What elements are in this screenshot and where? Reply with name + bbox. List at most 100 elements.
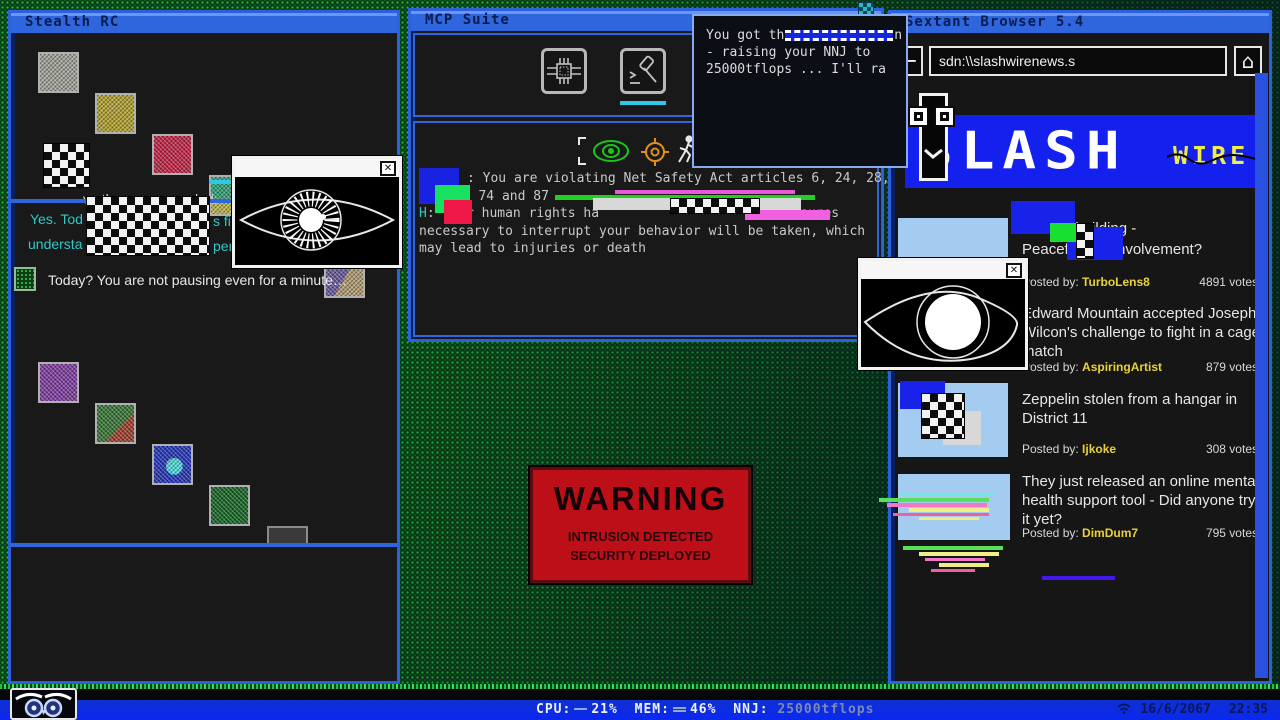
eye-popup-titlebar[interactable]: [861, 261, 1025, 279]
news-author[interactable]: DimDum7: [1082, 526, 1138, 540]
news-author[interactable]: AspiringArtist: [1082, 360, 1162, 374]
taskbar: CPU: 21% MEM: 46% NNJ: 25000tflops 16/6/20…: [0, 700, 1280, 720]
popup-line: You got thn: [706, 27, 906, 44]
cpu-gauge: [574, 708, 587, 710]
banner-scribble: [1167, 149, 1263, 169]
chat-message-fragment: s fil: [213, 213, 234, 229]
posted-label: Posted by:: [1022, 442, 1079, 456]
time-display: 22:35: [1229, 702, 1268, 717]
target-bracket: [578, 157, 586, 165]
warning-line: INTRUSION DETECTED: [533, 529, 748, 544]
surveillance-eye-image: [861, 279, 1025, 365]
chevron-down-icon[interactable]: [923, 148, 944, 160]
glitch-rainbow: [895, 546, 1013, 580]
news-meta: Posted by: Ijkoke 308 votes: [1022, 442, 1258, 456]
news-meta: Posted by: DimDum7 795 votes: [1022, 526, 1258, 540]
chat-message: Today? You are not pausing even for a mi…: [48, 272, 347, 288]
news-votes: 795 votes: [1206, 526, 1258, 540]
surveillance-eye-icon: [591, 138, 631, 164]
chip-icon: [547, 54, 581, 88]
glitch-checkerboard: [86, 196, 210, 256]
chip-tool-button[interactable]: [541, 48, 587, 94]
mascot-eye: [908, 106, 929, 127]
chat-message-fragment: Yes. Tod: [30, 211, 83, 227]
violation-line: may lead to injuries or death: [419, 240, 646, 257]
browser-titlebar[interactable]: Sextant Browser 5.4: [891, 13, 1269, 33]
news-title[interactable]: They just released an online mental heal…: [1022, 472, 1262, 529]
sender-name: H: [419, 206, 427, 221]
target-bracket: [578, 137, 586, 145]
cpu-value: 21%: [591, 702, 617, 717]
surveillance-eye-image: [235, 177, 399, 263]
wifi-icon: [1116, 702, 1132, 714]
stealth-rc-titlebar[interactable]: Stealth RC: [11, 13, 397, 33]
home-button[interactable]: ⌂: [1234, 46, 1262, 76]
popup-line: 25000tflops ... I'll ra: [706, 61, 906, 78]
zigzag-trim: [0, 684, 1280, 689]
owl-start-button[interactable]: [10, 688, 77, 720]
posted-label: Posted by:: [1022, 526, 1079, 540]
news-title[interactable]: Zeppelin stolen from a hangar in Distric…: [1022, 390, 1260, 428]
glitch-redaction: [785, 30, 893, 41]
news-votes: 4891 votes: [1199, 275, 1258, 289]
stealth-rc-window: Stealth RC ve the power needed: Yes. Tod…: [8, 10, 400, 684]
eye-popup: ✕: [858, 258, 1028, 370]
thumbnail[interactable]: [152, 134, 193, 175]
news-votes: 308 votes: [1206, 442, 1258, 456]
target-icon: [641, 138, 669, 166]
mcp-suite-title: MCP Suite: [425, 12, 510, 28]
news-votes: 879 votes: [1206, 360, 1258, 374]
news-author[interactable]: TurboLens8: [1082, 275, 1150, 289]
news-author[interactable]: Ijkoke: [1082, 442, 1116, 456]
warning-title: WARNING: [533, 480, 748, 518]
date-display: 16/6/2067: [1140, 702, 1210, 717]
chat-avatar: [14, 267, 36, 291]
clock-area: 16/6/2067 22:35: [1116, 702, 1268, 717]
news-meta: Posted by: AspiringArtist 879 votes: [1022, 360, 1258, 374]
news-meta: Posted by: TurboLens8 4891 votes: [1022, 275, 1258, 289]
stealth-rc-title: Stealth RC: [25, 14, 119, 30]
eye-popup: ✕: [232, 156, 402, 268]
warning-dialog: WARNING INTRUSION DETECTED SECURITY DEPL…: [530, 467, 751, 583]
nnj-value: 25000tflops: [777, 702, 874, 717]
posted-label: Posted by:: [1022, 360, 1079, 374]
cpu-label: CPU:: [536, 702, 571, 717]
gavel-icon: [626, 54, 660, 88]
selected-tool-underline: [620, 101, 666, 105]
owl-logo-icon: [12, 690, 75, 718]
banner-word-slash: SLASH: [919, 122, 1128, 182]
thumbnail[interactable]: [38, 52, 79, 93]
glitch-checkerboard: [921, 393, 965, 439]
nnj-label: NNJ:: [733, 702, 768, 717]
browser-title: Sextant Browser 5.4: [905, 14, 1084, 30]
close-icon[interactable]: ✕: [380, 161, 396, 176]
popup-line: - raising your NNJ to: [706, 44, 906, 61]
gavel-tool-button[interactable]: [620, 48, 666, 94]
chat-input-area[interactable]: [11, 547, 397, 681]
posted-label: Posted by:: [1022, 275, 1079, 289]
violation-line: necessary to interrupt your behavior wil…: [419, 223, 865, 240]
scrollbar[interactable]: [1255, 73, 1268, 678]
violation-line: : You are violating Net Safety Act artic…: [467, 170, 890, 187]
popup-text: You got th: [706, 28, 784, 43]
glitch-square-red: [444, 200, 472, 224]
mem-value: 46%: [690, 702, 716, 717]
glitch-checkerboard: [670, 198, 760, 214]
url-input[interactable]: sdn:\\slashwirenews.s: [929, 46, 1227, 76]
mem-label: MEM:: [635, 702, 670, 717]
slashwire-banner: SLASH WIRE: [905, 115, 1265, 188]
glitch-checkerboard: [43, 143, 90, 188]
chat-message-fragment: understa: [28, 236, 82, 252]
glitch-checkerboard: [1076, 223, 1094, 259]
close-icon[interactable]: ✕: [1006, 263, 1022, 278]
eye-popup-titlebar[interactable]: [235, 159, 399, 177]
system-stats: CPU: 21% MEM: 46% NNJ: 25000tflops: [536, 702, 874, 717]
mem-gauge: [673, 707, 686, 712]
warning-line: SECURITY DEPLOYED: [533, 548, 748, 563]
glitch-line-purple: [1042, 576, 1115, 580]
thumbnail[interactable]: [95, 93, 136, 134]
desktop: { "colors": { "accent_blue": "#2f66dd", …: [0, 0, 1280, 720]
glitch-rainbow: [879, 493, 1003, 527]
glitch-bar-magenta: [615, 190, 795, 194]
news-title[interactable]: Edward Mountain accepted Joseph Wilcon's…: [1022, 304, 1260, 361]
